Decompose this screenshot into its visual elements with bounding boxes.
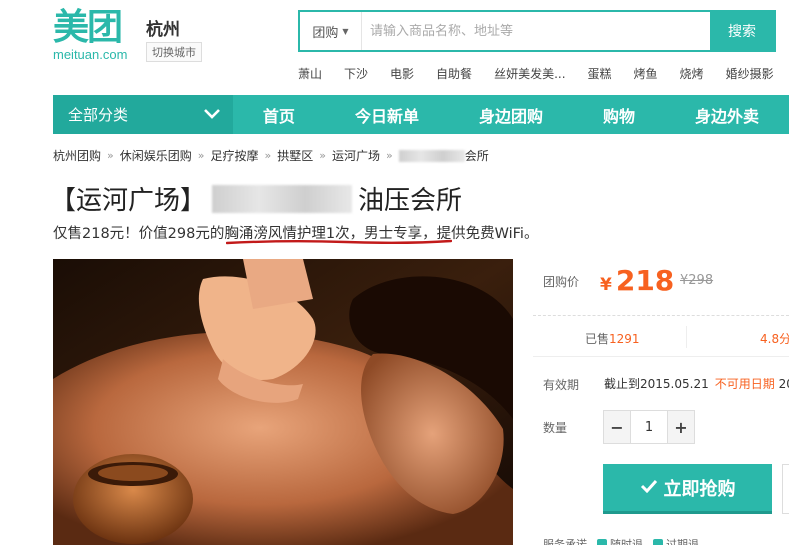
search-type-label: 团购 — [312, 25, 339, 41]
hot-word-link[interactable]: 烤鱼 — [634, 65, 658, 82]
unavailable-dates-tail: 20 — [778, 377, 789, 391]
check-icon — [640, 477, 658, 498]
divider — [533, 315, 789, 316]
breadcrumb-current: 会所 — [464, 149, 489, 163]
quantity-input[interactable]: 1 — [630, 411, 668, 443]
quantity-stepper: − 1 + — [603, 410, 695, 444]
currency-symbol: ¥ — [600, 275, 612, 295]
red-underline-mark — [226, 239, 452, 245]
hot-search-words: 萧山 下沙 电影 自助餐 丝妍美发美... 蛋糕 烤鱼 烧烤 婚纱摄影 — [298, 65, 789, 82]
buy-now-button[interactable]: 立即抢购 — [603, 464, 772, 514]
quantity-label: 数量 — [543, 421, 568, 435]
hot-word-link[interactable]: 蛋糕 — [588, 65, 612, 82]
original-price: ¥298 — [680, 273, 714, 288]
breadcrumb-separator-icon: » — [264, 149, 272, 162]
current-city: 杭州 — [146, 20, 180, 40]
service-promise: 服务承诺 随时退 过期退 — [543, 536, 699, 545]
hot-word-link[interactable]: 下沙 — [344, 65, 368, 82]
unavailable-dates-link[interactable]: 不可用日期 — [715, 377, 775, 391]
refund-anytime-label: 随时退 — [610, 538, 643, 545]
search-input[interactable] — [362, 12, 710, 50]
divider — [533, 356, 789, 357]
caret-down-icon: ▼ — [342, 26, 349, 36]
refund-anytime-badge: 随时退 — [597, 536, 643, 545]
breadcrumb-link[interactable]: 运河广场 — [332, 147, 380, 164]
switch-city-button[interactable]: 切换城市 — [146, 42, 202, 62]
buy-now-label: 立即抢购 — [663, 478, 736, 500]
blurred-text — [212, 184, 353, 213]
check-badge-icon — [597, 539, 607, 545]
sold-count: 已售1291 — [585, 330, 640, 347]
service-label: 服务承诺 — [543, 538, 587, 545]
breadcrumb-separator-icon: » — [197, 149, 205, 162]
nav-item-today-new[interactable]: 今日新单 — [325, 103, 449, 127]
price-value: 218 — [615, 264, 675, 297]
nav-item-delivery[interactable]: 身边外卖 — [665, 103, 789, 127]
sold-label: 已售 — [585, 332, 610, 346]
expired-refund-badge: 过期退 — [653, 536, 699, 545]
breadcrumb: 杭州团购 » 休闲娱乐团购 » 足疗按摩 » 拱墅区 » 运河广场 » 会所 — [53, 147, 489, 164]
hot-word-link[interactable]: 婚纱摄影 — [726, 65, 774, 82]
deal-subtitle-a: 仅售218元！价值298元的 — [53, 226, 225, 242]
breadcrumb-separator-icon: » — [107, 149, 114, 162]
hot-word-link[interactable]: 电影 — [390, 65, 414, 82]
nav-item-shopping[interactable]: 购物 — [573, 103, 665, 127]
meituan-logo[interactable]: 美团 meituan.com — [53, 8, 139, 68]
breadcrumb-link[interactable]: 杭州团购 — [53, 147, 101, 164]
breadcrumb-separator-icon: » — [319, 149, 326, 162]
favorite-button[interactable] — [782, 464, 789, 514]
rating-score[interactable]: 4.8分 — [760, 330, 789, 347]
deal-price: ¥ 218 — [600, 264, 674, 297]
minus-icon[interactable]: − — [604, 411, 630, 443]
hot-word-link[interactable]: 自助餐 — [436, 65, 472, 82]
deal-title-prefix: 【运河广场】 — [50, 186, 207, 216]
all-categories-label: 全部分类 — [68, 106, 129, 124]
hot-word-link[interactable]: 烧烤 — [680, 65, 704, 82]
deal-title: 【运河广场】 油压会所 — [50, 180, 462, 217]
chevron-down-icon — [203, 105, 221, 124]
expired-refund-label: 过期退 — [666, 538, 699, 545]
check-badge-icon — [653, 539, 663, 545]
all-categories-menu[interactable]: 全部分类 — [53, 95, 233, 134]
divider — [686, 326, 687, 348]
search-type-select[interactable]: 团购 ▼ — [300, 12, 362, 50]
deal-title-suffix: 油压会所 — [358, 186, 463, 216]
main-navbar: 全部分类 首页 今日新单 身边团购 购物 身边外卖 — [53, 95, 789, 134]
logo-text: 美团 — [53, 7, 123, 48]
hot-word-link[interactable]: 萧山 — [298, 65, 322, 82]
breadcrumb-link[interactable]: 休闲娱乐团购 — [120, 147, 192, 164]
valid-period-label: 有效期 — [543, 378, 580, 392]
plus-icon[interactable]: + — [668, 411, 694, 443]
search-button[interactable]: 搜索 — [710, 12, 774, 50]
search-bar: 团购 ▼ 搜索 — [298, 10, 776, 52]
sold-value: 1291 — [609, 332, 640, 346]
valid-until: 截止到2015.05.21 — [604, 377, 709, 391]
breadcrumb-link[interactable]: 足疗按摩 — [211, 147, 259, 164]
deal-photo[interactable] — [53, 259, 513, 545]
nav-item-home[interactable]: 首页 — [233, 103, 325, 127]
logo-domain: meituan.com — [53, 47, 128, 62]
hot-word-link[interactable]: 丝妍美发美... — [494, 65, 565, 82]
breadcrumb-link[interactable]: 拱墅区 — [277, 147, 313, 164]
nav-item-nearby-deals[interactable]: 身边团购 — [449, 103, 573, 127]
price-label: 团购价 — [543, 275, 580, 289]
breadcrumb-separator-icon: » — [386, 149, 393, 162]
valid-period-value: 截止到2015.05.21 不可用日期 20 — [604, 375, 789, 392]
blurred-text — [398, 149, 465, 162]
